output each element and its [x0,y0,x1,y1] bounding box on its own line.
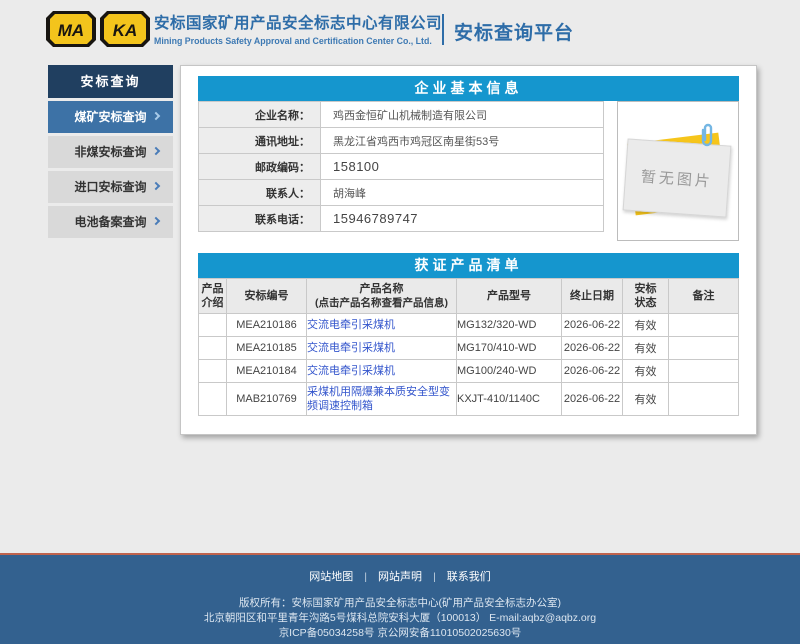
footer-link-sitemap[interactable]: 网站地图 [309,571,353,583]
footer-separator: | [364,572,367,583]
product-table-header-row: 产品 介绍 安标编号 产品名称 (点击产品名称查看产品信息) 产品型号 终止日期 [199,279,739,314]
product-intro [199,314,227,337]
col-header-intro: 产品 介绍 [199,279,227,314]
product-model: MG100/240-WD [457,360,562,383]
postcode-label: 邮政编码： [199,154,321,180]
product-model: KXJT-410/1140C [457,383,562,416]
col-header-remark: 备注 [669,279,739,314]
product-intro [199,360,227,383]
phone-value: 15946789747 [321,206,604,232]
sidebar-item-import-query[interactable]: 进口安标查询 [48,171,173,203]
status-badge: 有效 [623,337,669,360]
product-list-title: 获证产品清单 [198,253,739,278]
remark [669,360,739,383]
product-name-link[interactable]: 交流电牵引采煤机 [307,319,395,331]
product-name-link[interactable]: 交流电牵引采煤机 [307,342,395,354]
table-row: MAB210769 采煤机用隔爆兼本质安全型变频调速控制箱 KXJT-410/1… [199,383,739,416]
cert-number: MEA210184 [227,360,307,383]
col-header-status: 安标 状态 [623,279,669,314]
end-date: 2026-06-22 [562,360,623,383]
company-info-title: 企业基本信息 [198,76,739,101]
product-name-link[interactable]: 交流电牵引采煤机 [307,365,395,377]
sidebar-title: 安标查询 [48,65,173,98]
remark [669,337,739,360]
org-name-en: Mining Products Safety Approval and Cert… [154,36,442,46]
col-header-cert-no: 安标编号 [227,279,307,314]
sidebar-item-label: 电池备案查询 [74,215,146,229]
contact-label: 联系人： [199,180,321,206]
remark [669,383,739,416]
company-name-value: 鸡西金恒矿山机械制造有限公司 [321,102,604,128]
paperclip-icon [698,122,714,153]
sidebar-item-battery-query[interactable]: 电池备案查询 [48,206,173,238]
remark [669,314,739,337]
no-image-text: 暂无图片 [641,165,714,191]
page-footer: 网站地图 | 网站声明 | 联系我们 版权所有：安标国家矿用产品安全标志中心(矿… [0,553,800,644]
footer-link-contact[interactable]: 联系我们 [447,571,491,583]
footer-separator: | [433,572,436,583]
maka-logo-icon: MA KA [46,9,150,54]
page-header: MA KA 安标国家矿用产品安全标志中心有限公司 Mining Products… [0,0,800,60]
footer-link-statement[interactable]: 网站声明 [378,571,422,583]
no-image-placeholder: 暂无图片 [617,101,739,241]
svg-text:KA: KA [113,21,138,40]
product-table: 产品 介绍 安标编号 产品名称 (点击产品名称查看产品信息) 产品型号 终止日期 [198,278,739,416]
footer-links: 网站地图 | 网站声明 | 联系我们 [0,568,800,584]
header-divider [442,14,444,45]
platform-title: 安标查询平台 [454,18,574,45]
status-badge: 有效 [623,383,669,416]
table-row: 邮政编码： 158100 [199,154,604,180]
status-badge: 有效 [623,314,669,337]
table-row: 企业名称： 鸡西金恒矿山机械制造有限公司 [199,102,604,128]
chevron-right-icon [152,182,160,190]
table-row: 联系人： 胡海峰 [199,180,604,206]
status-badge: 有效 [623,360,669,383]
footer-icp: 京ICP备05034258号 京公网安备11010502025630号 [0,626,800,641]
end-date: 2026-06-22 [562,337,623,360]
product-intro [199,337,227,360]
svg-text:MA: MA [58,21,84,40]
col-header-model: 产品型号 [457,279,562,314]
cert-number: MEA210185 [227,337,307,360]
table-row: MEA210184 交流电牵引采煤机 MG100/240-WD 2026-06-… [199,360,739,383]
product-model: MG170/410-WD [457,337,562,360]
sidebar-item-coal-query[interactable]: 煤矿安标查询 [48,101,173,133]
footer-address: 北京朝阳区和平里青年沟路5号煤科总院安科大厦（100013） E-mail:aq… [0,611,800,626]
end-date: 2026-06-22 [562,383,623,416]
sidebar: 安标查询 煤矿安标查询 非煤安标查询 进口安标查询 电池备案查询 [48,65,173,241]
sidebar-item-label: 非煤安标查询 [74,145,146,159]
address-label: 通讯地址： [199,128,321,154]
sidebar-item-label: 进口安标查询 [74,180,146,194]
product-name-link[interactable]: 采煤机用隔爆兼本质安全型变频调速控制箱 [307,386,450,412]
table-row: 通讯地址： 黑龙江省鸡西市鸡冠区南星街53号 [199,128,604,154]
table-row: 联系电话： 15946789747 [199,206,604,232]
chevron-right-icon [152,147,160,155]
table-row: MEA210186 交流电牵引采煤机 MG132/320-WD 2026-06-… [199,314,739,337]
cert-number: MAB210769 [227,383,307,416]
org-name-zh: 安标国家矿用产品安全标志中心有限公司 [154,11,442,33]
phone-label: 联系电话： [199,206,321,232]
company-name-label: 企业名称： [199,102,321,128]
product-intro [199,383,227,416]
contact-value: 胡海峰 [321,180,604,206]
product-model: MG132/320-WD [457,314,562,337]
col-header-end-date: 终止日期 [562,279,623,314]
end-date: 2026-06-22 [562,314,623,337]
footer-copyright: 版权所有：安标国家矿用产品安全标志中心(矿用产品安全标志办公室) [0,596,800,611]
content-panel: 企业基本信息 企业名称： 鸡西金恒矿山机械制造有限公司 通讯地址： 黑龙江省鸡西… [180,65,757,435]
sidebar-item-label: 煤矿安标查询 [74,110,146,124]
company-info-table: 企业名称： 鸡西金恒矿山机械制造有限公司 通讯地址： 黑龙江省鸡西市鸡冠区南星街… [198,101,604,232]
no-image-card-front: 暂无图片 [623,138,732,217]
table-row: MEA210185 交流电牵引采煤机 MG170/410-WD 2026-06-… [199,337,739,360]
sidebar-item-noncoal-query[interactable]: 非煤安标查询 [48,136,173,168]
cert-number: MEA210186 [227,314,307,337]
chevron-right-icon [152,112,160,120]
col-header-name: 产品名称 (点击产品名称查看产品信息) [307,279,457,314]
address-value: 黑龙江省鸡西市鸡冠区南星街53号 [321,128,604,154]
chevron-right-icon [152,217,160,225]
postcode-value: 158100 [321,154,604,180]
